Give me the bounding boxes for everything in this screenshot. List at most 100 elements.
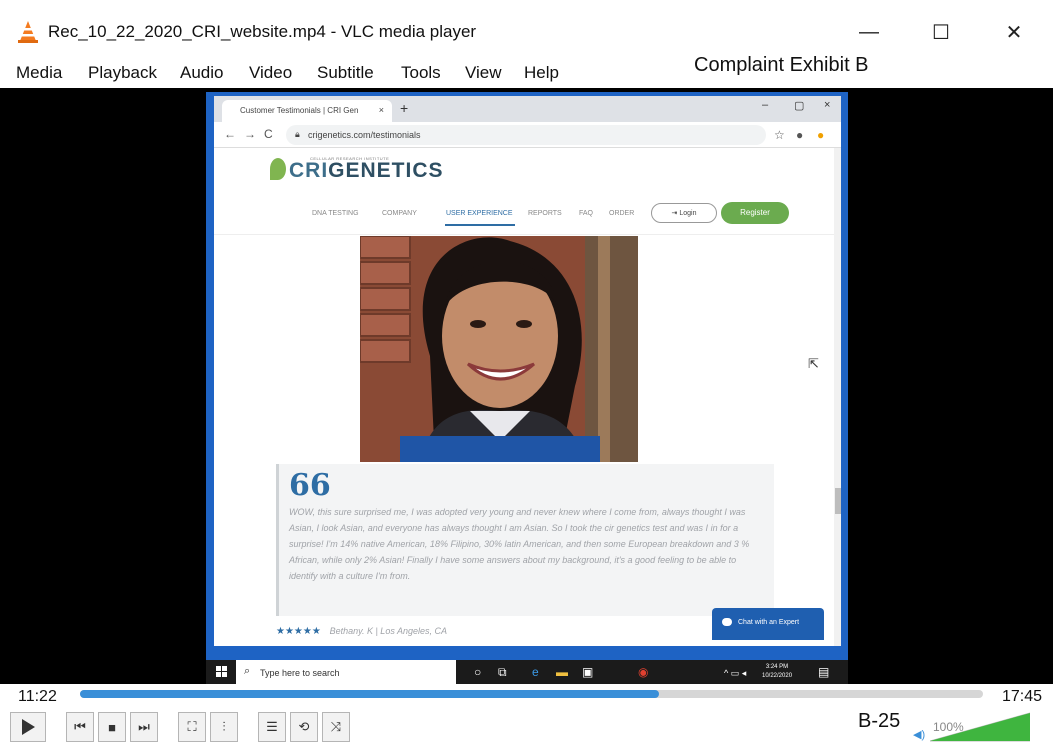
video-area[interactable]: Customer Testimonials | CRI Gen × + – ▢ … [0,88,1053,684]
loop-button[interactable]: ⟲ [290,712,318,742]
window-title: Rec_10_22_2020_CRI_website.mp4 - VLC med… [48,22,477,41]
maximize-button[interactable]: ☐ [918,14,964,50]
menu-media[interactable]: Media [16,63,62,83]
lock-icon: 🔒︎ [295,129,300,139]
chat-label: Chat with an Expert [738,619,800,626]
browser-close-icon[interactable]: × [824,99,830,111]
loop-icon: ⟲ [298,719,310,734]
testimonial-photo [360,236,638,462]
stop-button[interactable]: ■ [98,712,126,742]
browser-minimize-icon[interactable]: – [762,99,768,111]
nav-order[interactable]: ORDER [609,210,634,217]
testimonial-text: WOW, this sure surprised me, I was adopt… [289,507,750,581]
file-explorer-icon[interactable]: ▬ [556,665,568,679]
nav-dna-testing[interactable]: DNA TESTING [312,210,359,217]
play-icon [22,719,35,735]
nav-faq[interactable]: FAQ [579,210,593,217]
login-button[interactable]: ⇥ Login [651,203,717,223]
taskbar-clock[interactable]: 3:24 PM 10/22/2020 [762,663,792,681]
chat-with-expert-button[interactable]: Chat with an Expert [712,608,824,640]
menu-tools[interactable]: Tools [401,63,441,83]
notification-icon[interactable]: ▤ [818,665,829,679]
new-tab-icon[interactable]: + [400,100,408,116]
search-icon: ⌕ [244,665,251,677]
next-button[interactable]: ⏭ [130,712,158,742]
header-divider [214,234,834,235]
logo-cri: CRI [289,159,329,182]
playlist-icon: ☰ [266,719,278,734]
web-page: CRIGENETICS CELLULAR RESEARCH INSTITUTE … [214,148,834,646]
player-controls: 11:22 17:45 ⏮ ■ ⏭ ⛶ ⫶ ☰ ⟲ ⤨ B-25 ◀) 100% [0,684,1053,747]
address-bar[interactable]: 🔒︎ crigenetics.com/testimonials [286,125,766,145]
extended-settings-button[interactable]: ⫶ [210,712,238,742]
menu-help[interactable]: Help [524,63,559,83]
menu-playback[interactable]: Playback [88,63,157,83]
tab-title: Customer Testimonials | CRI Gen [240,106,359,115]
page-scrollbar[interactable] [834,148,841,646]
recorded-desktop: Customer Testimonials | CRI Gen × + – ▢ … [206,92,848,684]
cri-logo[interactable]: CRIGENETICS CELLULAR RESEARCH INSTITUTE [270,156,444,183]
chat-bubble-icon [722,618,732,626]
bookmark-star-icon[interactable]: ☆ [774,128,785,142]
profile-icon[interactable]: ● [796,128,803,142]
play-button[interactable] [10,712,46,742]
browser-tab-strip: Customer Testimonials | CRI Gen × + – ▢ … [214,96,841,122]
seek-bar[interactable] [80,690,983,698]
volume-percent: 100% [933,720,964,734]
quote-mark-icon: 66 [289,468,331,503]
logo-subtitle: CELLULAR RESEARCH INSTITUTE [310,156,390,161]
nav-reports[interactable]: REPORTS [528,210,562,217]
menu-view[interactable]: View [465,63,502,83]
url-text: crigenetics.com/testimonials [308,130,421,140]
menu-video[interactable]: Video [249,63,292,83]
nav-company[interactable]: COMPANY [382,210,417,217]
exhibit-page-label: B-25 [858,710,901,732]
extension-icon[interactable]: ● [817,128,824,142]
next-icon: ⏭ [138,719,150,734]
back-icon[interactable]: ← [224,127,236,141]
browser-tab[interactable]: Customer Testimonials | CRI Gen × [222,100,392,122]
register-button[interactable]: Register [721,202,789,224]
login-label: Login [679,210,697,217]
windows-start-icon[interactable] [216,666,228,678]
shuffle-button[interactable]: ⤨ [322,712,350,742]
title-bar: Rec_10_22_2020_CRI_website.mp4 - VLC med… [0,0,1053,58]
tab-close-icon[interactable]: × [379,105,384,115]
browser-maximize-icon[interactable]: ▢ [794,99,804,112]
previous-button[interactable]: ⏮ [66,712,94,742]
reload-icon[interactable]: C [264,127,273,141]
menu-audio[interactable]: Audio [180,63,223,83]
minimize-button[interactable]: — [846,14,892,50]
total-time: 17:45 [1002,688,1043,705]
fullscreen-icon: ⛶ [187,719,197,734]
vlc-cone-icon [18,21,38,43]
speaker-icon[interactable]: ◀) [913,728,925,741]
taskbar-time: 3:24 PM [765,664,789,670]
fullscreen-button[interactable]: ⛶ [178,712,206,742]
address-row: ← → C 🔒︎ crigenetics.com/testimonials ☆ … [214,122,841,148]
menu-bar: Media Playback Audio Video Subtitle Tool… [0,58,1053,88]
edge-icon[interactable]: e [532,665,539,679]
taskbar-search-placeholder: Type here to search [260,668,340,678]
playlist-button[interactable]: ☰ [258,712,286,742]
task-view-icon[interactable]: ⧉ [498,665,507,680]
star-rating-icon: ★★★★★ [276,626,321,637]
forward-icon[interactable]: → [244,127,256,141]
scrollbar-thumb[interactable] [835,488,841,514]
nav-active-underline [445,224,515,226]
browser-window: Customer Testimonials | CRI Gen × + – ▢ … [214,96,841,646]
seek-progress [80,690,659,698]
taskbar-date: 10/22/2020 [762,673,793,679]
previous-icon: ⏮ [74,719,86,734]
cortana-icon[interactable]: ○ [474,665,481,679]
taskbar-search[interactable]: ⌕ Type here to search [236,660,456,684]
menu-subtitle[interactable]: Subtitle [317,63,374,83]
close-button[interactable]: ✕ [991,14,1037,50]
mouse-cursor-icon: ⇱ [808,356,819,371]
elapsed-time: 11:22 [18,688,57,705]
system-tray-icons[interactable]: ^ ▭ ◂ [724,668,746,679]
reviewer-name: Bethany. K | Los Angeles, CA [329,626,448,636]
chrome-icon[interactable]: ◉ [638,665,648,679]
store-icon[interactable]: ▣ [582,665,593,679]
nav-user-experience[interactable]: USER EXPERIENCE [446,210,513,217]
